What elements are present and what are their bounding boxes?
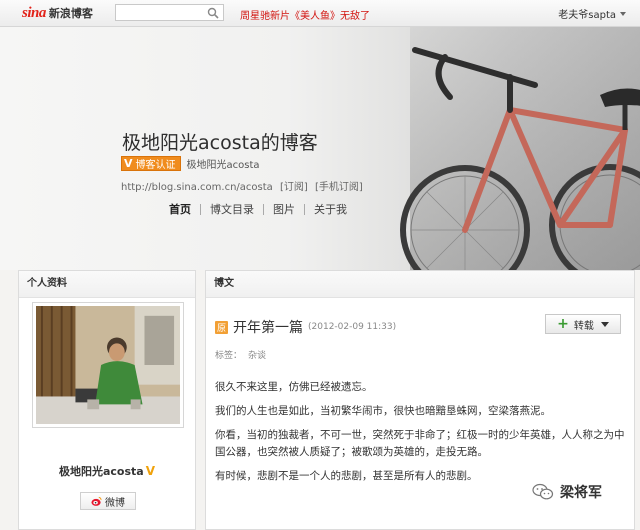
blog-nav: 首页 博文目录 图片 关于我	[160, 202, 356, 216]
blog-url-row: http://blog.sina.com.cn/acosta [订阅] [手机订…	[121, 178, 367, 193]
owner-name: 极地阳光acosta	[186, 160, 260, 171]
tags-label: 标签：	[215, 351, 243, 361]
post-paragraph: 你看，当初的独裁者，不可一世，突然死于非命了；红极一时的少年英雄，人人称之为中国…	[215, 429, 625, 458]
nav-about[interactable]: 关于我	[305, 201, 356, 217]
nav-home[interactable]: 首页	[160, 201, 200, 217]
logo-blog-text: 新浪博客	[48, 7, 93, 20]
wechat-icon	[532, 483, 554, 500]
posts-heading: 博文	[206, 271, 634, 298]
search-icon[interactable]	[207, 7, 219, 19]
wechat-watermark: 梁将军	[528, 480, 606, 504]
nav-article-list[interactable]: 博文目录	[201, 201, 263, 217]
user-menu[interactable]: 老夫爷sapta	[558, 6, 626, 21]
post-paragraph: 很久不来这里，仿佛已经被遗忘。	[215, 381, 373, 393]
post-title-row: 原 开年第一篇 (2012-02-09 11:33)	[215, 317, 396, 337]
chevron-down-icon	[600, 321, 609, 327]
logo-sina-text: sina	[22, 4, 46, 21]
search-box	[115, 4, 224, 21]
avatar[interactable]	[32, 302, 184, 428]
post-title[interactable]: 开年第一篇	[233, 317, 303, 337]
search-input[interactable]	[118, 6, 204, 19]
watermark-text: 梁将军	[560, 485, 602, 501]
tags-row: 标签： 杂谈	[215, 348, 272, 361]
weibo-button[interactable]: 微博	[80, 492, 136, 510]
forward-label: 转载	[573, 320, 594, 332]
blog-verified-badge[interactable]: V 博客认证	[121, 156, 181, 171]
profile-panel: 个人资料 极地阳光acosta V 微博	[18, 270, 196, 530]
tag-link[interactable]: 杂谈	[248, 351, 266, 361]
promo-link[interactable]: 周星驰新片《美人鱼》无敌了	[240, 7, 370, 22]
verified-v-icon: V	[145, 464, 156, 478]
profile-photo	[36, 306, 180, 424]
profile-name-row: 极地阳光acosta V	[19, 463, 195, 479]
blog-header-banner: 极地阳光acosta的博客 V 博客认证 极地阳光acosta http://b…	[0, 27, 640, 270]
bicycle-illustration	[400, 47, 640, 270]
profile-name[interactable]: 极地阳光acosta	[59, 463, 144, 479]
verified-label: 博客认证	[135, 160, 176, 171]
sina-blog-logo[interactable]: sina 新浪博客	[22, 5, 93, 21]
weibo-icon	[91, 496, 102, 506]
weibo-label: 微博	[105, 497, 125, 509]
verification-row: V 博客认证 极地阳光acosta	[121, 156, 260, 171]
top-bar: sina 新浪博客 周星驰新片《美人鱼》无敌了 老夫爷sapta	[0, 0, 640, 27]
post-body: 很久不来这里，仿佛已经被遗忘。 我们的人生也是如此，当初繁华闹市，很快也暗黯垦蛛…	[215, 379, 627, 492]
verified-v-icon: V	[124, 157, 133, 170]
forward-button[interactable]: + 转载	[545, 314, 621, 334]
original-post-icon: 原	[215, 320, 228, 334]
mobile-subscribe-link[interactable]: [手机订阅]	[315, 182, 363, 193]
blog-url[interactable]: http://blog.sina.com.cn/acosta	[121, 182, 273, 193]
plus-icon: +	[557, 316, 569, 332]
username: 老夫爷sapta	[558, 10, 616, 21]
post-paragraph: 我们的人生也是如此，当初繁华闹市，很快也暗黯垦蛛网，空梁落燕泥。	[215, 405, 551, 417]
profile-heading: 个人资料	[19, 271, 195, 298]
chevron-down-icon	[620, 11, 626, 16]
subscribe-link[interactable]: [订阅]	[280, 182, 308, 193]
nav-photos[interactable]: 图片	[264, 201, 304, 217]
post-date: (2012-02-09 11:33)	[308, 322, 397, 332]
blog-title: 极地阳光acosta的博客	[122, 132, 318, 154]
